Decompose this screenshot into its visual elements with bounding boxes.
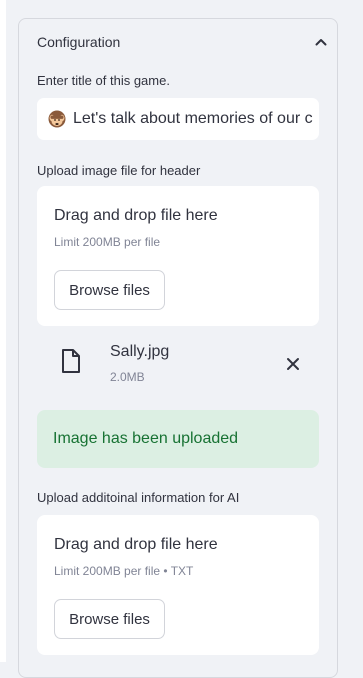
file-icon (61, 348, 81, 374)
browse-files-button[interactable]: Browse files (54, 599, 165, 639)
sidebar-edge (0, 0, 6, 662)
header-dropzone[interactable]: Drag and drop file here Limit 200MB per … (37, 186, 319, 326)
monkey-emoji-icon (47, 109, 67, 129)
expander-title: Configuration (37, 34, 121, 50)
expander-header[interactable]: Configuration (37, 34, 329, 50)
uploaded-file-row: Sally.jpg 2.0MB (37, 338, 319, 394)
ai-upload-label: Upload additoinal information for AI (37, 490, 240, 505)
dropzone-title: Drag and drop file here (54, 536, 218, 553)
game-title-value: Let's talk about memories of our c (73, 110, 313, 127)
close-icon[interactable] (283, 354, 303, 374)
file-size: 2.0MB (110, 370, 145, 384)
dropzone-limit: Limit 200MB per file • TXT (54, 564, 194, 578)
game-title-input[interactable]: Let's talk about memories of our c (37, 98, 319, 140)
alert-text: Image has been uploaded (53, 430, 239, 447)
dropzone-limit: Limit 200MB per file (54, 235, 161, 249)
ai-info-dropzone[interactable]: Drag and drop file here Limit 200MB per … (37, 515, 319, 655)
file-name: Sally.jpg (110, 343, 170, 360)
dropzone-title: Drag and drop file here (54, 207, 218, 224)
upload-success-alert: Image has been uploaded (37, 410, 319, 468)
browse-files-button[interactable]: Browse files (54, 270, 165, 310)
header-upload-label: Upload image file for header (37, 163, 201, 178)
chevron-up-icon[interactable] (313, 34, 329, 50)
game-title-label: Enter title of this game. (37, 73, 170, 88)
